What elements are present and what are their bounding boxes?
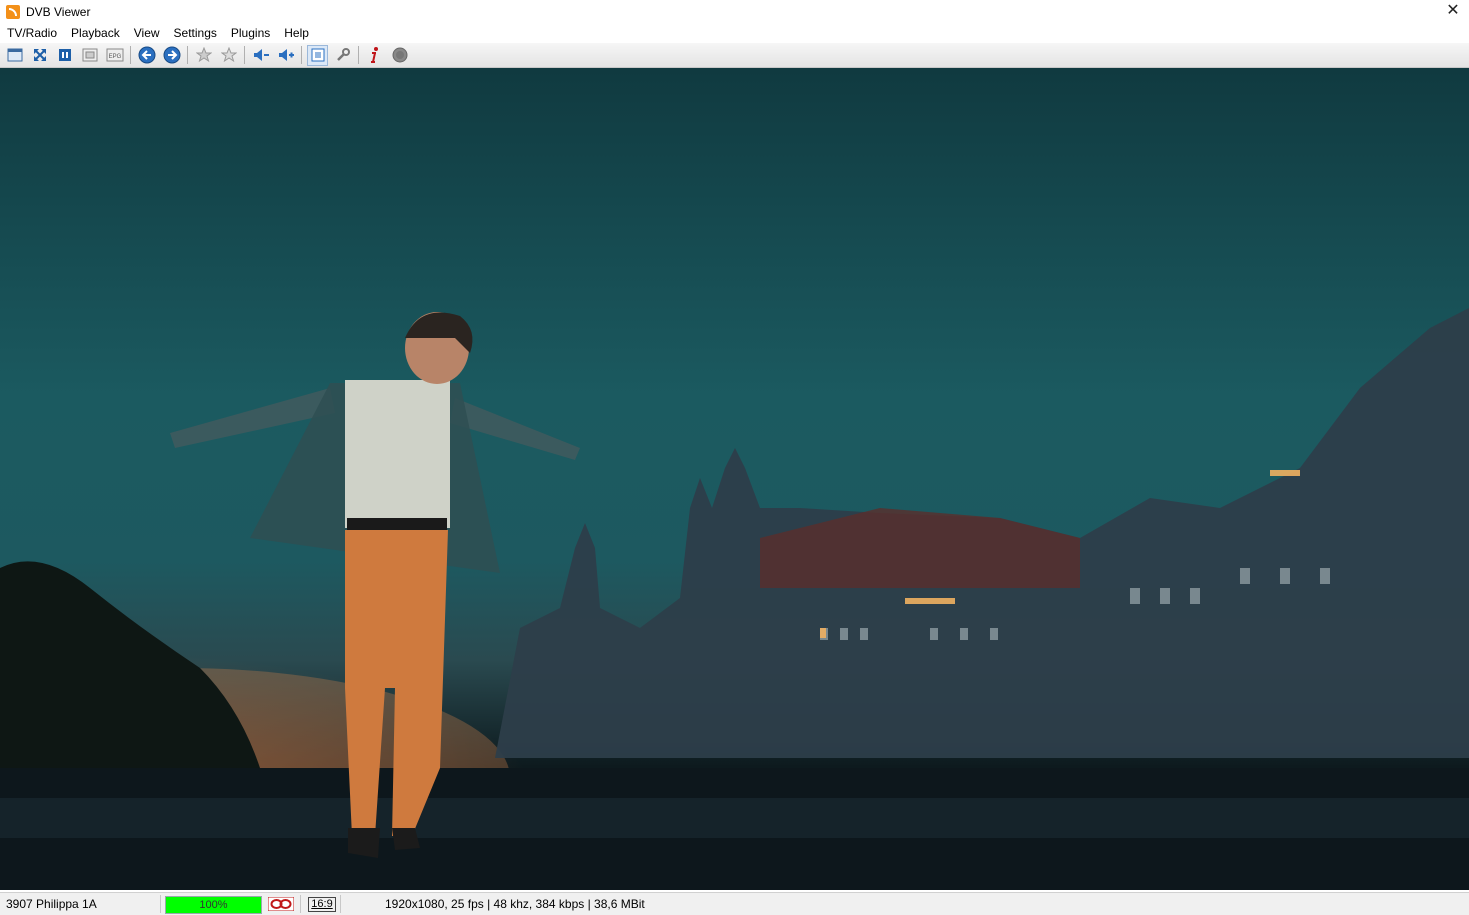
back-icon <box>138 46 155 64</box>
menu-view[interactable]: View <box>127 23 167 43</box>
channel-list-icon <box>311 48 324 62</box>
fullscreen-button[interactable] <box>29 45 50 66</box>
fullscreen-icon <box>33 49 46 61</box>
window-mode-button[interactable] <box>4 45 25 66</box>
menu-label: TV/Radio <box>7 26 58 40</box>
back-button[interactable] <box>136 45 157 66</box>
info-icon <box>370 47 378 63</box>
volume-up-button[interactable] <box>275 45 296 66</box>
osd-button[interactable] <box>79 45 100 66</box>
toolbar: EPG <box>0 43 1469 68</box>
teletext-button[interactable] <box>54 45 75 66</box>
epg-button[interactable]: EPG <box>104 45 125 66</box>
toolbar-separator <box>301 46 302 64</box>
teletext-icon <box>58 49 71 61</box>
video-display[interactable] <box>0 68 1469 890</box>
osd-icon <box>82 48 97 62</box>
channel-name: 3907 Philippa 1A <box>6 897 97 911</box>
info-button[interactable] <box>364 45 385 66</box>
signal-strength-bar: 100% <box>165 896 262 914</box>
volume-up-icon <box>278 49 294 61</box>
stream-info: 1920x1080, 25 fps | 48 khz, 384 kbps | 3… <box>385 897 645 911</box>
menu-label: Plugins <box>230 26 271 40</box>
add-favorite-button[interactable] <box>218 45 239 66</box>
menu-label: Playback <box>71 26 120 40</box>
menu-help[interactable]: Help <box>277 23 316 43</box>
favorite-button[interactable] <box>193 45 214 66</box>
video-frame-scene <box>0 308 1469 890</box>
favorite-add-icon <box>220 47 237 63</box>
window-title: DVB Viewer <box>26 4 91 19</box>
menu-settings[interactable]: Settings <box>167 23 224 43</box>
record-button[interactable] <box>389 45 410 66</box>
window-icon <box>7 48 22 62</box>
aspect-ratio-badge: 16:9 <box>308 897 336 912</box>
status-divider <box>340 895 341 913</box>
volume-down-button[interactable] <box>250 45 271 66</box>
settings-button[interactable] <box>332 45 353 66</box>
channel-list-button[interactable] <box>307 44 328 66</box>
dolby-icon <box>268 897 294 911</box>
forward-button[interactable] <box>161 45 182 66</box>
toolbar-separator <box>358 46 359 64</box>
epg-icon-label: EPG <box>108 54 121 60</box>
menu-playback[interactable]: Playback <box>64 23 127 43</box>
menu-label: View <box>133 26 160 40</box>
menu-tv-radio[interactable]: TV/Radio <box>0 23 64 43</box>
status-divider <box>160 895 161 913</box>
menu-bar: TV/Radio Playback View Settings Plugins … <box>0 23 1469 43</box>
epg-icon: EPG <box>106 48 123 62</box>
status-divider <box>300 895 301 913</box>
menu-label: Settings <box>173 26 217 40</box>
favorite-icon <box>195 47 212 63</box>
record-icon <box>392 47 407 63</box>
toolbar-separator <box>130 46 131 64</box>
app-logo-icon <box>6 4 20 19</box>
status-bar: 3907 Philippa 1A 100% 16:9 1920x1080, 25… <box>0 892 1469 915</box>
menu-plugins[interactable]: Plugins <box>224 23 277 43</box>
title-bar: DVB Viewer ✕ <box>0 0 1469 23</box>
toolbar-separator <box>244 46 245 64</box>
toolbar-separator <box>187 46 188 64</box>
forward-icon <box>163 46 180 64</box>
volume-down-icon <box>253 49 269 61</box>
close-button[interactable]: ✕ <box>1443 2 1463 20</box>
settings-wrench-icon <box>336 48 350 61</box>
menu-label: Help <box>284 26 309 40</box>
